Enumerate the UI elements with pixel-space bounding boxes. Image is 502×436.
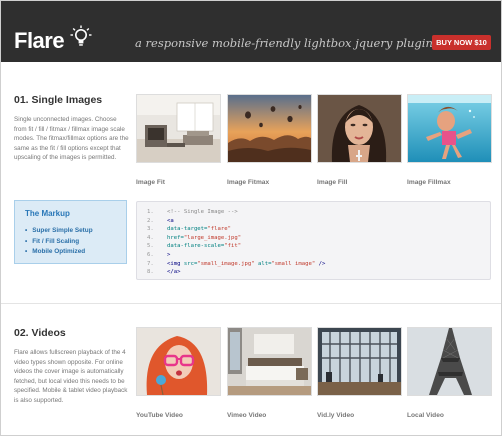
single-images-title: 01. Single Images bbox=[14, 94, 103, 106]
caption-image-fillmax: Image Fillmax bbox=[407, 179, 451, 186]
code-block: 1. <!-- Single Image --> 2. <a 3. data-targe… bbox=[136, 201, 491, 280]
thumb-image-fill[interactable] bbox=[317, 94, 402, 163]
balloons-sunset-photo bbox=[228, 95, 311, 162]
videos-title: 02. Videos bbox=[14, 327, 66, 339]
page-frame: Flare a responsive mobile-friendly light… bbox=[0, 0, 502, 436]
eiffel-tower-photo bbox=[408, 328, 491, 395]
videos-description: Flare allows fullscreen playback of the … bbox=[14, 349, 128, 404]
thumb-vimeo-video[interactable] bbox=[227, 327, 312, 396]
caption-youtube-video: YouTube Video bbox=[136, 412, 183, 419]
section-divider bbox=[1, 303, 501, 304]
thumb-image-fitmax[interactable] bbox=[227, 94, 312, 163]
line-number: 5. bbox=[147, 243, 154, 250]
thumb-image-fit[interactable] bbox=[136, 94, 221, 163]
code-text: <img src="small_image.jpg" alt="small im… bbox=[167, 260, 326, 267]
code-text: <!-- Single Image --> bbox=[167, 209, 238, 215]
thumb-vidly-video[interactable] bbox=[317, 327, 402, 396]
code-text: > bbox=[167, 252, 171, 258]
line-number: 3. bbox=[147, 226, 154, 233]
tagline: a responsive mobile-friendly lightbox jq… bbox=[135, 36, 437, 50]
caption-image-fill: Image Fill bbox=[317, 179, 348, 186]
caption-image-fitmax: Image Fitmax bbox=[227, 179, 270, 186]
feature-item: Super Simple Setup bbox=[25, 226, 92, 237]
flare-logo[interactable]: Flare bbox=[14, 28, 65, 54]
line-number: 7. bbox=[147, 260, 154, 267]
markup-feature-list: Super Simple Setup Fit / Fill Scaling Mo… bbox=[25, 226, 93, 258]
caption-local-video: Local Video bbox=[407, 412, 444, 419]
buy-now-button[interactable]: BUY NOW $10 bbox=[432, 35, 491, 50]
girl-underwater-photo bbox=[408, 95, 491, 162]
thumb-local-video[interactable] bbox=[407, 327, 492, 396]
caption-vimeo-video: Vimeo Video bbox=[227, 412, 267, 419]
code-text: data-target="flare" bbox=[167, 226, 231, 233]
living-room-photo bbox=[137, 95, 220, 162]
markup-panel: The Markup Super Simple Setup Fit / Fill… bbox=[14, 200, 127, 264]
thumb-youtube-video[interactable] bbox=[136, 327, 221, 396]
code-text: </a> bbox=[167, 269, 181, 276]
bedroom-photo bbox=[228, 328, 311, 395]
line-number: 2. bbox=[147, 217, 154, 224]
thumb-image-fillmax[interactable] bbox=[407, 94, 492, 163]
code-text: <a bbox=[167, 217, 174, 224]
woman-glasses-photo bbox=[137, 328, 220, 395]
feature-item: Mobile Optimized bbox=[25, 247, 93, 258]
markup-title: The Markup bbox=[25, 209, 70, 218]
code-text: data-flare-scale="fit" bbox=[167, 243, 242, 250]
line-number: 6. bbox=[147, 252, 154, 258]
feature-item: Fit / Fill Scaling bbox=[25, 237, 93, 248]
woman-portrait-photo bbox=[318, 95, 401, 162]
site-header: Flare a responsive mobile-friendly light… bbox=[1, 1, 501, 62]
caption-image-fit: Image Fit bbox=[136, 179, 165, 186]
caption-vidly-video: Vid.ly Video bbox=[317, 412, 355, 419]
glass-hall-photo bbox=[318, 328, 401, 395]
lightbulb-icon bbox=[70, 25, 92, 46]
single-images-description: Single unconnected images. Choose from f… bbox=[14, 116, 129, 162]
line-number: 4. bbox=[147, 234, 154, 241]
line-number: 1. bbox=[147, 209, 154, 215]
line-number: 8. bbox=[147, 269, 154, 276]
code-text: href="large_image.jpg" bbox=[167, 234, 242, 241]
